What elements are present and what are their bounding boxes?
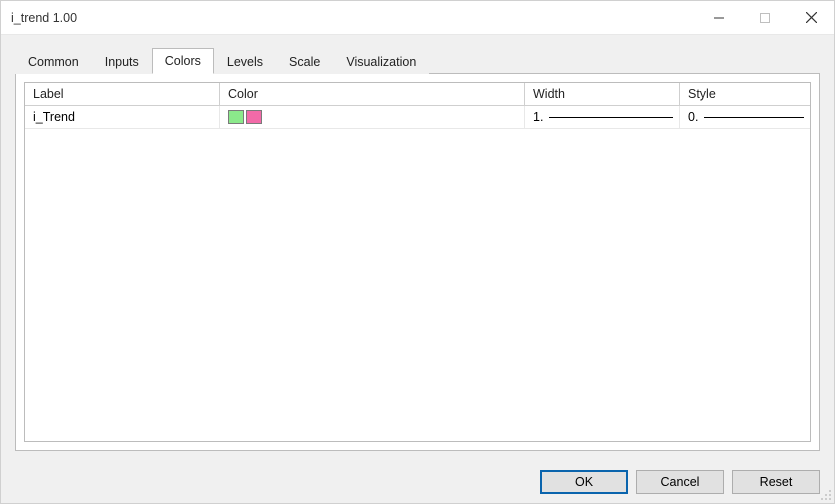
- cell-label[interactable]: i_Trend: [25, 106, 220, 128]
- dialog-window: i_trend 1.00 Common Inputs Colors Levels…: [0, 0, 835, 504]
- maximize-button: [742, 1, 788, 34]
- width-line-preview: [549, 117, 673, 118]
- tab-label: Levels: [227, 55, 263, 69]
- window-title: i_trend 1.00: [11, 11, 77, 25]
- width-number: 1.: [533, 110, 543, 124]
- button-label: Cancel: [661, 475, 700, 489]
- colors-grid: Label Color Width Style i_Trend: [24, 82, 811, 442]
- col-header-color[interactable]: Color: [220, 83, 525, 105]
- reset-button[interactable]: Reset: [732, 470, 820, 494]
- style-number: 0.: [688, 110, 698, 124]
- cell-width[interactable]: 1.: [525, 106, 680, 128]
- color-swatches: [228, 110, 262, 124]
- tabstrip: Common Inputs Colors Levels Scale Visual…: [15, 47, 820, 73]
- color-swatch-2[interactable]: [246, 110, 262, 124]
- grid-header: Label Color Width Style: [25, 83, 810, 106]
- col-header-width[interactable]: Width: [525, 83, 680, 105]
- content-area: Common Inputs Colors Levels Scale Visual…: [1, 35, 834, 461]
- button-label: OK: [575, 475, 593, 489]
- col-header-text: Width: [533, 87, 565, 101]
- tab-levels[interactable]: Levels: [214, 49, 276, 74]
- button-label: Reset: [760, 475, 793, 489]
- close-button[interactable]: [788, 1, 834, 34]
- tab-visualization[interactable]: Visualization: [333, 49, 429, 74]
- table-row[interactable]: i_Trend 1.: [25, 106, 810, 129]
- tab-label: Colors: [165, 54, 201, 68]
- tab-inputs[interactable]: Inputs: [92, 49, 152, 74]
- row-label: i_Trend: [33, 110, 75, 124]
- grid-empty-area: [25, 129, 810, 441]
- col-header-style[interactable]: Style: [680, 83, 810, 105]
- maximize-icon: [760, 13, 770, 23]
- window-controls: [696, 1, 834, 34]
- col-header-label[interactable]: Label: [25, 83, 220, 105]
- color-swatch-1[interactable]: [228, 110, 244, 124]
- titlebar: i_trend 1.00: [1, 1, 834, 35]
- col-header-text: Label: [33, 87, 64, 101]
- style-line-preview: [704, 117, 804, 118]
- minimize-button[interactable]: [696, 1, 742, 34]
- tab-scale[interactable]: Scale: [276, 49, 333, 74]
- width-value: 1.: [533, 110, 673, 124]
- tab-label: Visualization: [346, 55, 416, 69]
- ok-button[interactable]: OK: [540, 470, 628, 494]
- tab-colors[interactable]: Colors: [152, 48, 214, 74]
- dialog-footer: OK Cancel Reset: [1, 461, 834, 503]
- cell-color[interactable]: [220, 106, 525, 128]
- cancel-button[interactable]: Cancel: [636, 470, 724, 494]
- tab-label: Scale: [289, 55, 320, 69]
- tab-panel-colors: Label Color Width Style i_Trend: [15, 73, 820, 451]
- tab-common[interactable]: Common: [15, 49, 92, 74]
- cell-style[interactable]: 0.: [680, 106, 810, 128]
- col-header-text: Color: [228, 87, 258, 101]
- resize-grip-icon[interactable]: [820, 489, 832, 501]
- close-icon: [806, 12, 817, 23]
- style-value: 0.: [688, 110, 804, 124]
- minimize-icon: [714, 13, 724, 23]
- col-header-text: Style: [688, 87, 716, 101]
- tab-label: Common: [28, 55, 79, 69]
- tab-label: Inputs: [105, 55, 139, 69]
